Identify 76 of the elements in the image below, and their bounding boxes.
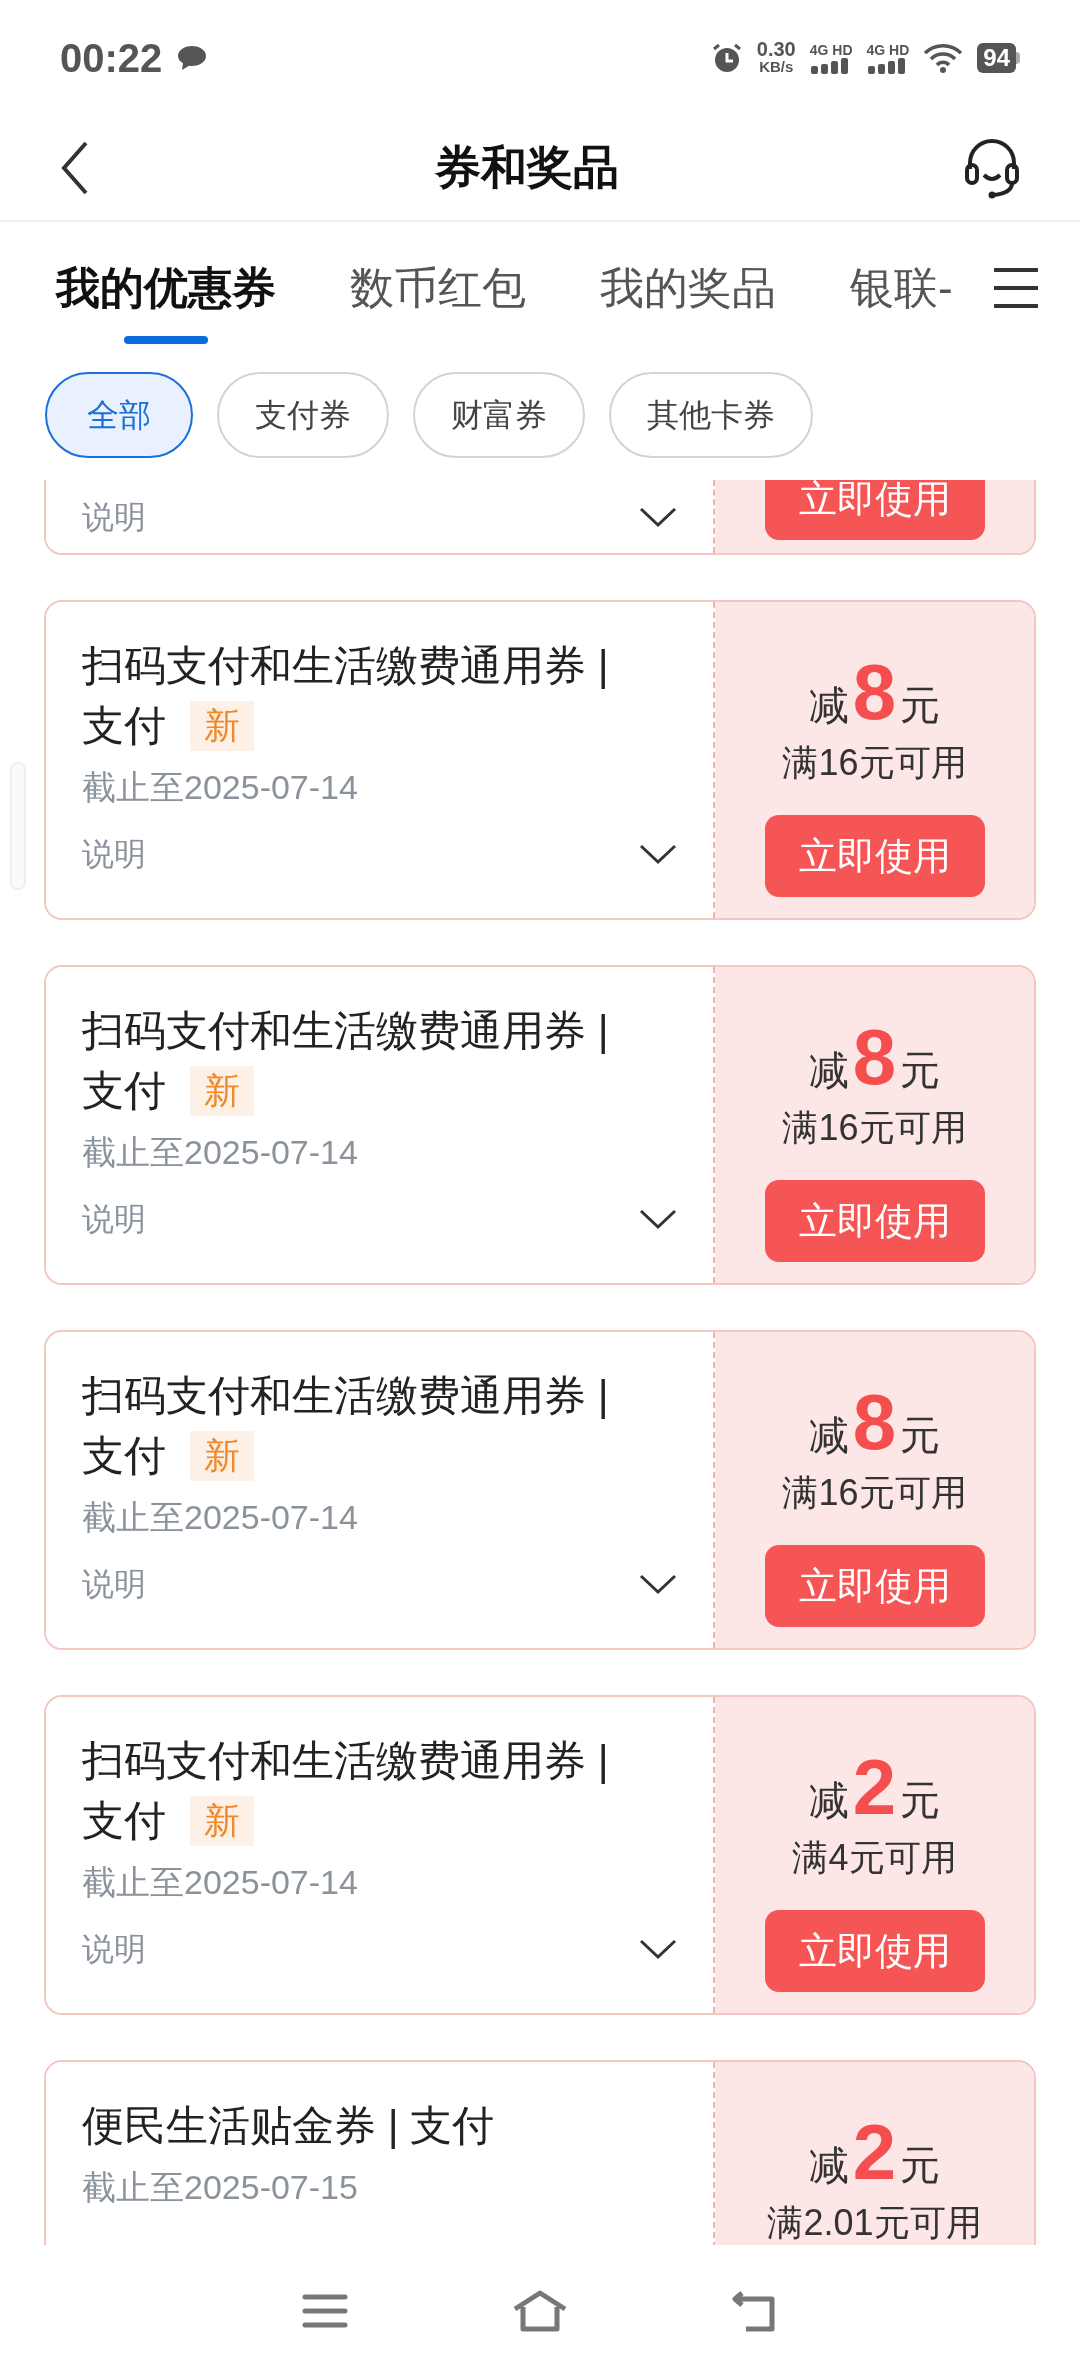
- filter-chip[interactable]: 支付券: [217, 372, 389, 458]
- coupon-card[interactable]: 便民生活贴金券 | 支付 截止至2025-07-15 减2 元 满2.01元可用: [44, 2060, 1036, 2245]
- usage-condition: 满4元可用: [792, 1836, 957, 1880]
- chevron-down-icon[interactable]: [639, 1208, 677, 1230]
- discount-amount: 2: [852, 1747, 897, 1827]
- new-badge: 新: [190, 1796, 254, 1846]
- expiry-date: 截止至2025-07-14: [82, 1132, 359, 1173]
- alarm-icon: [710, 41, 743, 74]
- coupon-title: 扫码支付和生活缴费通用券 |: [82, 641, 609, 691]
- note-label: 说明: [82, 1200, 146, 1239]
- expiry-date: 截止至2025-07-15: [82, 2167, 359, 2208]
- note-label: 说明: [82, 497, 146, 537]
- filter-chip[interactable]: 其他卡券: [609, 372, 813, 458]
- new-badge: 新: [190, 1431, 254, 1481]
- category-tab[interactable]: 数币红包: [350, 258, 526, 318]
- usage-condition: 满16元可用: [782, 1106, 967, 1150]
- menu-icon[interactable]: [992, 266, 1040, 310]
- filter-chip[interactable]: 财富券: [413, 372, 585, 458]
- coupon-card[interactable]: 扫码支付和生活缴费通用券 | 支付 新 截止至2025-07-14 说明 减2 元 满4元可用 立即使用: [44, 1695, 1036, 2015]
- discount-unit: 元: [900, 1777, 941, 1824]
- page-title: 券和奖品: [435, 140, 619, 195]
- chevron-down-icon[interactable]: [639, 1938, 677, 1960]
- network-type: 4G HD: [866, 41, 910, 58]
- expiry-date: 截止至2025-07-14: [82, 1862, 359, 1903]
- coupon-title: 支付: [82, 1796, 166, 1846]
- discount-amount: 8: [852, 1017, 897, 1097]
- coupon-title: 扫码支付和生活缴费通用券 |: [82, 1736, 609, 1786]
- headset-icon[interactable]: [964, 136, 1020, 199]
- network-type: 4G HD: [809, 41, 853, 58]
- coupon-title: 扫码支付和生活缴费通用券 |: [82, 1371, 609, 1421]
- category-tab[interactable]: 我的奖品: [600, 258, 776, 318]
- coupon-title: 支付: [82, 1431, 166, 1481]
- discount-prefix: 减: [808, 1777, 849, 1824]
- coupon-title: 便民生活贴金券 | 支付: [82, 2101, 495, 2151]
- coupon-title: 支付: [82, 701, 166, 751]
- home-icon[interactable]: [511, 2288, 569, 2333]
- discount-prefix: 减: [808, 1412, 849, 1459]
- chevron-down-icon[interactable]: [639, 1573, 677, 1595]
- wifi-icon: [923, 42, 964, 73]
- expiry-date: 截止至2025-07-14: [82, 767, 359, 808]
- discount-prefix: 减: [808, 2142, 849, 2189]
- note-label: 说明: [82, 1930, 146, 1969]
- network-speed: 0.30: [756, 39, 796, 58]
- menu-nav-icon[interactable]: [301, 2292, 348, 2329]
- discount-prefix: 减: [808, 682, 849, 729]
- discount-unit: 元: [900, 1412, 941, 1459]
- coupon-title: 支付: [82, 1066, 166, 1116]
- coupon-card[interactable]: 扫码支付和生活缴费通用券 | 支付 新 截止至2025-07-14 说明 减8元 满16元可用 立即使用: [44, 1330, 1036, 1650]
- new-badge: 新: [190, 1066, 254, 1116]
- coupon-card[interactable]: 扫码支付和生活缴费通用券 | 支付 新 截止至2025-07-14 说明 减8元 满16元可用 立即使用: [44, 965, 1036, 1285]
- discount-unit: 元: [900, 1047, 941, 1094]
- chevron-down-icon[interactable]: [639, 505, 677, 528]
- note-label: 说明: [82, 1565, 146, 1604]
- discount-unit: 元: [900, 682, 941, 729]
- discount-amount: 8: [852, 1382, 897, 1462]
- usage-condition: 满16元可用: [782, 741, 967, 785]
- coupon-card[interactable]: 扫码支付和生活缴费通用券 | 支付 新 截止至2025-07-14 说明 减8元 满16元可用 立即使用: [44, 600, 1036, 920]
- network-speed-unit: KB/s: [759, 57, 794, 76]
- discount-unit: 元: [900, 2142, 941, 2189]
- filter-chip[interactable]: 全部: [45, 372, 193, 458]
- signal-icon: [867, 57, 908, 74]
- note-label: 说明: [82, 835, 146, 874]
- discount-prefix: 减: [808, 1047, 849, 1094]
- chat-bubble-icon: [176, 43, 209, 72]
- battery-indicator: 94: [977, 42, 1020, 73]
- discount-amount: 8: [852, 652, 897, 732]
- category-tab[interactable]: 银联-: [850, 258, 953, 318]
- discount-amount: 2: [852, 2112, 897, 2192]
- expiry-date: 截止至2025-07-14: [82, 1497, 359, 1538]
- usage-condition: 满16元可用: [782, 1471, 967, 1515]
- category-tab[interactable]: 我的优惠券: [56, 258, 276, 318]
- usage-condition: 满2.01元可用: [767, 2201, 982, 2245]
- new-badge: 新: [190, 701, 254, 751]
- status-time: 00:22: [60, 34, 163, 82]
- coupon-title: 扫码支付和生活缴费通用券 |: [82, 1006, 609, 1056]
- chevron-down-icon[interactable]: [639, 843, 677, 865]
